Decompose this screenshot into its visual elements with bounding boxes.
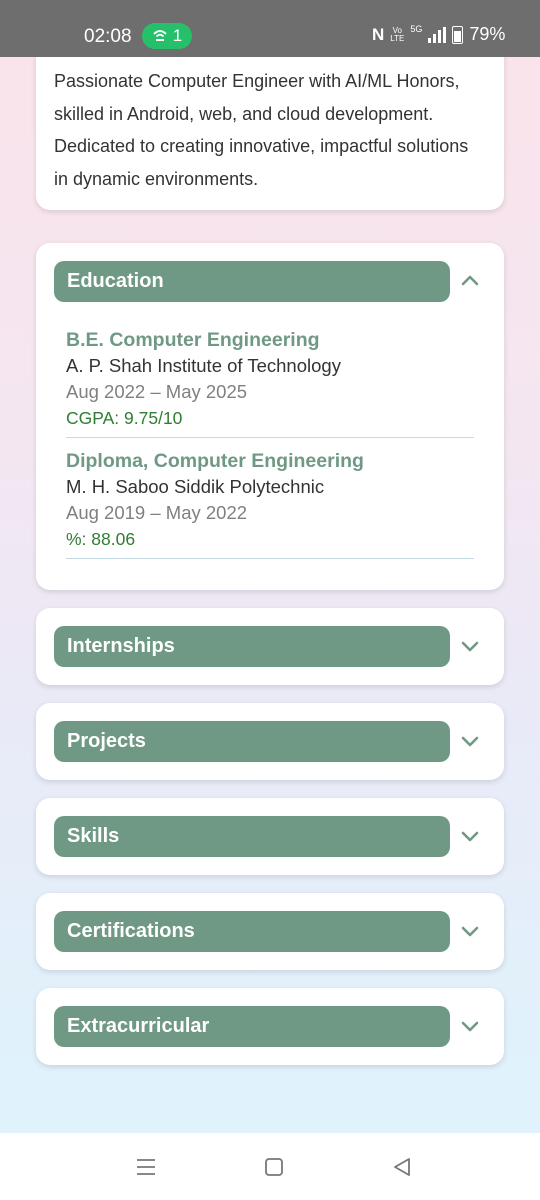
projects-card: Projects <box>36 703 504 780</box>
education-dates: Aug 2022 – May 2025 <box>66 381 248 402</box>
projects-header[interactable]: Projects <box>54 721 450 762</box>
education-header[interactable]: Education <box>54 261 450 302</box>
internships-header[interactable]: Internships <box>54 626 450 667</box>
battery-icon <box>452 25 464 44</box>
chevron-down-icon[interactable] <box>460 1016 480 1036</box>
chevron-down-icon[interactable] <box>460 636 480 656</box>
signal-icon <box>428 26 447 43</box>
summary-text: Passionate Computer Engineer with AI/ML … <box>54 71 469 189</box>
chevron-down-icon[interactable] <box>460 921 480 941</box>
hotspot-count: 1 <box>172 26 183 45</box>
education-degree: B.E. Computer Engineering <box>66 329 320 351</box>
recents-icon[interactable] <box>134 1155 158 1179</box>
status-bar: 02:08 1 N Vo LTE 5G 79% <box>0 0 540 57</box>
education-degree: Diploma, Computer Engineering <box>66 450 364 472</box>
education-item: Diploma, Computer Engineering M. H. Sabo… <box>66 448 474 559</box>
skills-card: Skills <box>36 798 504 875</box>
education-list: B.E. Computer Engineering A. P. Shah Ins… <box>66 327 474 569</box>
internships-card: Internships <box>36 608 504 685</box>
system-nav-bar <box>0 1133 540 1200</box>
content-scroll-area[interactable]: Passionate Computer Engineer with AI/ML … <box>0 57 540 1133</box>
education-school: A. P. Shah Institute of Technology <box>66 355 341 376</box>
network-type-label: 5G <box>410 24 423 34</box>
education-dates: Aug 2019 – May 2022 <box>66 502 248 523</box>
summary-card: Passionate Computer Engineer with AI/ML … <box>36 57 504 210</box>
education-school: M. H. Saboo Siddik Polytechnic <box>66 476 325 497</box>
extracurricular-header[interactable]: Extracurricular <box>54 1006 450 1047</box>
education-score: %: 88.06 <box>66 529 136 549</box>
education-item: B.E. Computer Engineering A. P. Shah Ins… <box>66 327 474 438</box>
battery-percent: 79% <box>469 24 506 44</box>
home-icon[interactable] <box>262 1155 286 1179</box>
skills-header[interactable]: Skills <box>54 816 450 857</box>
hotspot-indicator[interactable]: 1 <box>142 23 192 49</box>
chevron-down-icon[interactable] <box>460 826 480 846</box>
volte-icon: Vo LTE <box>390 25 405 43</box>
hotspot-icon <box>153 30 167 41</box>
education-score: CGPA: 9.75/10 <box>66 408 183 428</box>
chevron-up-icon[interactable] <box>460 271 480 291</box>
back-icon[interactable] <box>390 1155 414 1179</box>
education-card: Education B.E. Computer Engineering A. P… <box>36 243 504 590</box>
certifications-header[interactable]: Certifications <box>54 911 450 952</box>
status-time: 02:08 <box>84 26 132 47</box>
nfc-icon: N <box>372 24 385 44</box>
chevron-down-icon[interactable] <box>460 731 480 751</box>
extracurricular-card: Extracurricular <box>36 988 504 1065</box>
certifications-card: Certifications <box>36 893 504 970</box>
